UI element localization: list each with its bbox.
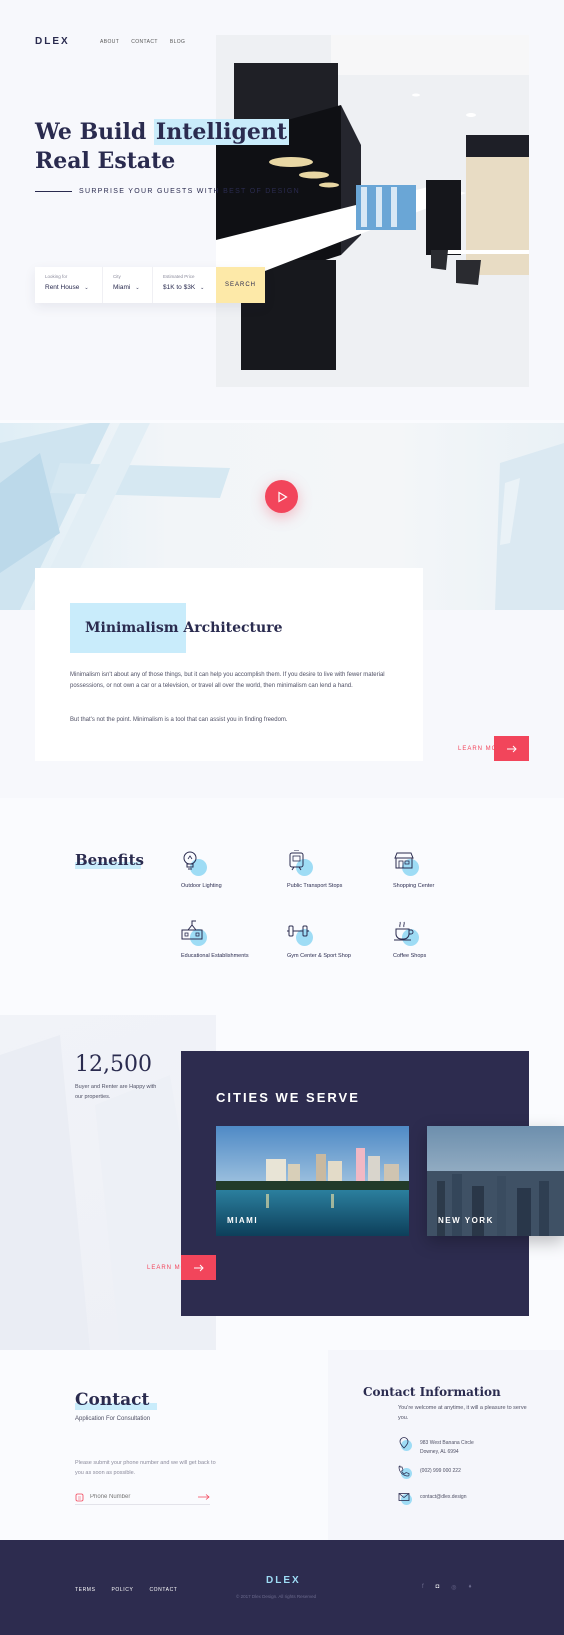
footer-link-policy[interactable]: POLICY — [112, 1587, 134, 1593]
looking-for-label: Looking for — [45, 274, 68, 279]
dribbble-icon[interactable]: ◎ — [451, 1584, 456, 1591]
city-label: City — [113, 274, 121, 279]
address-row: 983 West Banana Circle Downey, AL 6994 — [398, 1437, 485, 1457]
city-card-miami[interactable]: MIAMI — [216, 1126, 409, 1236]
looking-for-value: Rent House — [45, 284, 80, 291]
minimalism-paragraph-1: Minimalism isn't about any of those thin… — [70, 672, 385, 689]
footer-copyright: © 2017 Dlex Design. All rights Reserved — [236, 1594, 317, 1599]
search-button[interactable]: SEARCH — [216, 267, 265, 303]
submit-arrow-icon[interactable] — [198, 1494, 210, 1500]
property-search-bar: Looking for Rent House ⌄ City Miami ⌄ Esti… — [35, 267, 265, 303]
footer-link-contact[interactable]: CONTACT — [149, 1587, 177, 1593]
hero-title-line2: Real Estate — [35, 148, 176, 174]
benefit-label: Coffee Shops — [393, 953, 427, 959]
benefit-shopping-center: Shopping Center — [393, 850, 503, 889]
happy-customers-text: Buyer and Renter are Happy with our prop… — [75, 1084, 157, 1100]
contact-info-title: Contact Information — [363, 1385, 501, 1399]
benefit-label: Gym Center & Sport Shop — [287, 953, 351, 959]
logo[interactable]: DLEX — [35, 36, 70, 47]
lightbulb-icon — [181, 850, 207, 878]
contact-title: Contact — [75, 1390, 150, 1410]
phone-icon — [75, 1493, 84, 1501]
nav-blog[interactable]: BLOG — [170, 39, 186, 45]
city-value: Miami — [113, 284, 131, 291]
nav-about[interactable]: ABOUT — [100, 39, 119, 45]
hero-tagline: SURPRISE YOUR GUESTS WITH BEST OF DESIGN — [79, 188, 300, 195]
arrow-right-icon — [193, 1264, 204, 1271]
benefit-label: Educational Establishments — [181, 953, 249, 959]
city-name-new-york: NEW YORK — [438, 1216, 494, 1225]
benefit-public-transport: Public Transport Stops — [287, 850, 397, 889]
price-select[interactable]: Estimated Price $1K to $3K ⌄ — [153, 267, 216, 303]
phone-number-input[interactable] — [90, 1494, 190, 1500]
benefits-title: Benefits — [75, 851, 144, 869]
benefit-outdoor-lighting: Outdoor Lighting — [181, 850, 291, 889]
minimalism-title: Minimalism Architecture — [85, 620, 283, 636]
footer-link-terms[interactable]: TERMS — [75, 1587, 96, 1593]
phone-field-row — [75, 1490, 210, 1505]
benefit-coffee-shops: Coffee Shops — [393, 920, 503, 959]
play-video-button[interactable] — [265, 480, 298, 513]
city-name-miami: MIAMI — [227, 1216, 259, 1225]
nav-contact[interactable]: CONTACT — [131, 39, 158, 45]
instagram-icon[interactable]: ◘ — [436, 1584, 440, 1591]
city-card-new-york[interactable]: NEW YORK — [427, 1126, 564, 1236]
email-row: contact@dlex.design — [398, 1491, 467, 1505]
main-nav: ABOUT CONTACT BLOG — [100, 39, 185, 45]
tagline-rule — [35, 191, 72, 192]
benefit-label: Outdoor Lighting — [181, 883, 222, 889]
hero-interior-image — [216, 35, 529, 387]
benefit-label: Public Transport Stops — [287, 883, 343, 889]
arrow-right-icon — [506, 745, 517, 752]
train-icon — [287, 850, 313, 878]
benefit-gym-center: Gym Center & Sport Shop — [287, 920, 397, 959]
hero-title-pre: We Build — [35, 119, 154, 145]
store-icon — [393, 850, 419, 878]
learn-more-arrow-button[interactable] — [494, 736, 529, 761]
contact-subtitle: Application For Consultation — [75, 1416, 151, 1422]
city-select[interactable]: City Miami ⌄ — [103, 267, 153, 303]
social-links: f ◘ ◎ ♦ — [422, 1584, 472, 1591]
play-icon — [277, 490, 288, 503]
hero-title-highlight: Intelligent — [153, 119, 289, 145]
happy-customers-count: 12,500 — [75, 1052, 152, 1077]
twitter-icon[interactable]: ♦ — [469, 1584, 472, 1591]
footer-links: TERMS POLICY CONTACT — [75, 1587, 177, 1593]
phone-icon — [398, 1465, 412, 1479]
benefit-label: Shopping Center — [393, 883, 435, 889]
chevron-down-icon: ⌄ — [135, 285, 140, 291]
cities-title: CITIES WE SERVE — [216, 1090, 360, 1105]
coffee-icon — [393, 920, 419, 948]
chevron-down-icon: ⌄ — [84, 285, 89, 291]
minimalism-paragraph-2: But that's not the point. Minimalism is … — [70, 717, 288, 723]
location-icon — [398, 1437, 412, 1451]
school-icon — [181, 920, 207, 948]
chevron-down-icon: ⌄ — [200, 285, 205, 291]
email-icon — [398, 1491, 412, 1505]
benefit-educational: Educational Establishments — [181, 920, 291, 959]
price-label: Estimated Price — [163, 274, 195, 279]
facebook-icon[interactable]: f — [422, 1584, 424, 1591]
contact-info-description: You're welcome at anytime, it will a ple… — [398, 1405, 527, 1421]
contact-description: Please submit your phone number and we w… — [75, 1460, 216, 1476]
address-text: 983 West Banana Circle Downey, AL 6994 — [420, 1440, 474, 1455]
hero-title: We Build Intelligent Real Estate — [35, 118, 289, 176]
price-value: $1K to $3K — [163, 284, 196, 291]
phone-text: (002) 999 000 222 — [420, 1468, 461, 1474]
email-text[interactable]: contact@dlex.design — [420, 1491, 467, 1502]
footer-logo[interactable]: DLEX — [266, 1575, 301, 1586]
phone-info-row: (002) 999 000 222 — [398, 1465, 461, 1479]
minimalism-card — [35, 568, 423, 761]
looking-for-select[interactable]: Looking for Rent House ⌄ — [35, 267, 103, 303]
cities-learn-more-arrow-button[interactable] — [181, 1255, 216, 1280]
dumbbell-icon — [287, 920, 313, 948]
